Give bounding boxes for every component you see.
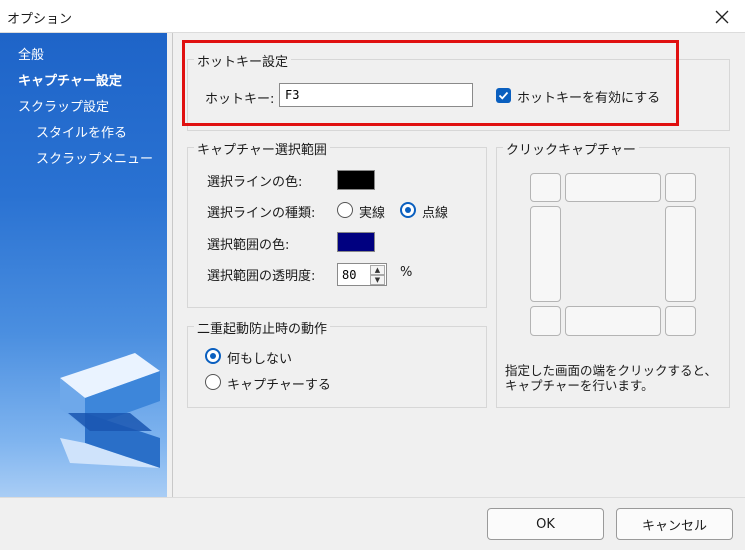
opacity-down-button[interactable]: ▼ (370, 275, 385, 285)
opacity-up-button[interactable]: ▲ (370, 265, 385, 275)
sidebar: 全般 キャプチャー設定 スクラップ設定 スタイルを作る スクラップメニュー (0, 33, 167, 497)
click-zone-right[interactable] (665, 206, 696, 302)
duplicate-launch-group-title: 二重起動防止時の動作 (194, 318, 331, 337)
line-type-label: 選択ラインの種類: (207, 206, 316, 221)
click-capture-group-title: クリックキャプチャー (503, 139, 639, 158)
sidebar-item-general[interactable]: 全般 (18, 44, 44, 63)
duplicate-none-radio[interactable] (205, 348, 221, 364)
dialog-footer: OK キャンセル (0, 497, 745, 550)
line-type-solid-label[interactable]: 実線 (359, 202, 385, 221)
ok-button[interactable]: OK (487, 508, 604, 540)
close-button[interactable] (699, 0, 745, 33)
click-zone-left[interactable] (530, 206, 561, 302)
duplicate-none-label[interactable]: 何もしない (227, 348, 292, 367)
area-color-swatch[interactable] (337, 232, 375, 252)
selection-range-group-title: キャプチャー選択範囲 (194, 139, 330, 158)
click-zone-top-left[interactable] (530, 173, 561, 202)
click-zone-top-right[interactable] (665, 173, 696, 202)
window-title: オプション (7, 12, 73, 27)
sidebar-item-scrap-menu[interactable]: スクラップメニュー (36, 148, 153, 167)
app-logo-icon (60, 353, 160, 468)
opacity-unit: % (400, 265, 413, 280)
line-color-swatch[interactable] (337, 170, 375, 190)
duplicate-capture-radio[interactable] (205, 374, 221, 390)
duplicate-capture-label[interactable]: キャプチャーする (227, 374, 331, 393)
line-type-dotted-label[interactable]: 点線 (422, 202, 448, 221)
sidebar-item-capture-settings[interactable]: キャプチャー設定 (18, 70, 122, 89)
spin-down-icon: ▼ (374, 276, 381, 284)
highlight-box (182, 40, 679, 126)
cancel-button[interactable]: キャンセル (616, 508, 733, 540)
line-type-dotted-radio[interactable] (400, 202, 416, 218)
click-zone-bottom[interactable] (565, 306, 661, 336)
sidebar-item-create-style[interactable]: スタイルを作る (36, 122, 127, 141)
sidebar-item-scrap-settings[interactable]: スクラップ設定 (18, 96, 109, 115)
click-capture-description-2: キャプチャーを行います。 (505, 378, 654, 393)
line-color-label: 選択ラインの色: (207, 175, 303, 190)
title-bar: オプション (0, 0, 745, 33)
line-type-solid-radio[interactable] (337, 202, 353, 218)
click-zone-bottom-left[interactable] (530, 306, 561, 336)
click-zone-bottom-right[interactable] (665, 306, 696, 336)
opacity-label: 選択範囲の透明度: (207, 269, 316, 284)
duplicate-launch-group: 二重起動防止時の動作 (187, 318, 487, 408)
click-zone-top[interactable] (565, 173, 661, 202)
area-color-label: 選択範囲の色: (207, 238, 290, 253)
spin-up-icon: ▲ (374, 266, 381, 274)
close-icon (715, 10, 729, 23)
